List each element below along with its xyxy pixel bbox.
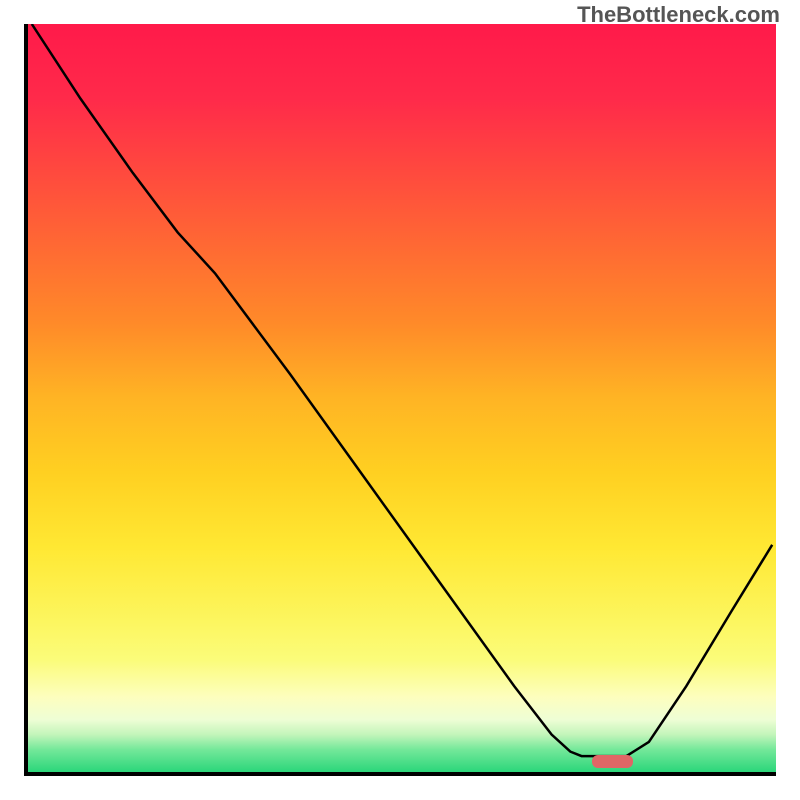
optimum-marker <box>592 755 633 768</box>
chart-plot-area <box>24 24 776 776</box>
curve-svg <box>28 24 776 768</box>
watermark-label: TheBottleneck.com <box>577 2 780 28</box>
